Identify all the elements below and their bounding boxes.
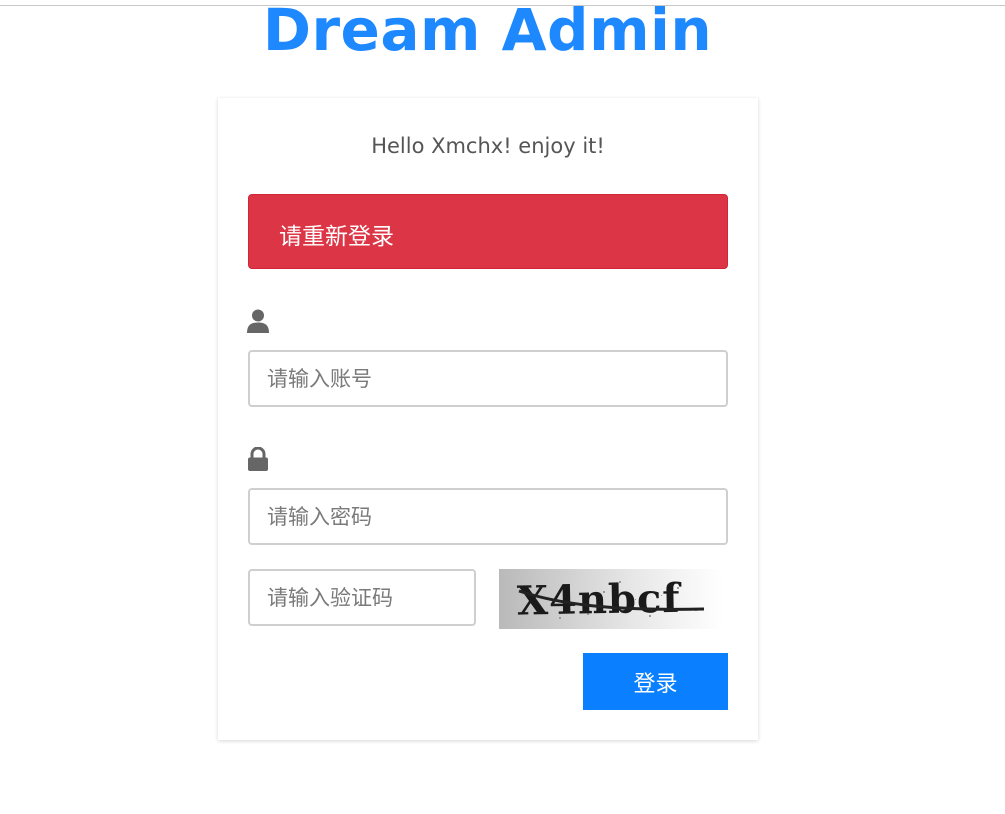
password-input[interactable] xyxy=(248,488,728,545)
alert-message: 请重新登录 xyxy=(279,224,394,250)
error-alert: 请重新登录 xyxy=(248,194,728,269)
captcha-text: X4nbcf xyxy=(517,575,683,625)
login-card: Hello Xmchx! enjoy it! 请重新登录 请输入账号 请输入验证… xyxy=(218,98,758,740)
login-button[interactable]: 登录 xyxy=(583,653,728,710)
app-title: Dream Admin xyxy=(262,0,713,64)
username-input[interactable] xyxy=(248,350,728,407)
user-icon xyxy=(247,309,269,333)
lock-icon xyxy=(247,447,269,471)
captcha-image[interactable]: X4nbcf xyxy=(499,569,723,629)
captcha-input[interactable] xyxy=(248,569,476,626)
welcome-text: Hello Xmchx! enjoy it! xyxy=(371,134,605,158)
